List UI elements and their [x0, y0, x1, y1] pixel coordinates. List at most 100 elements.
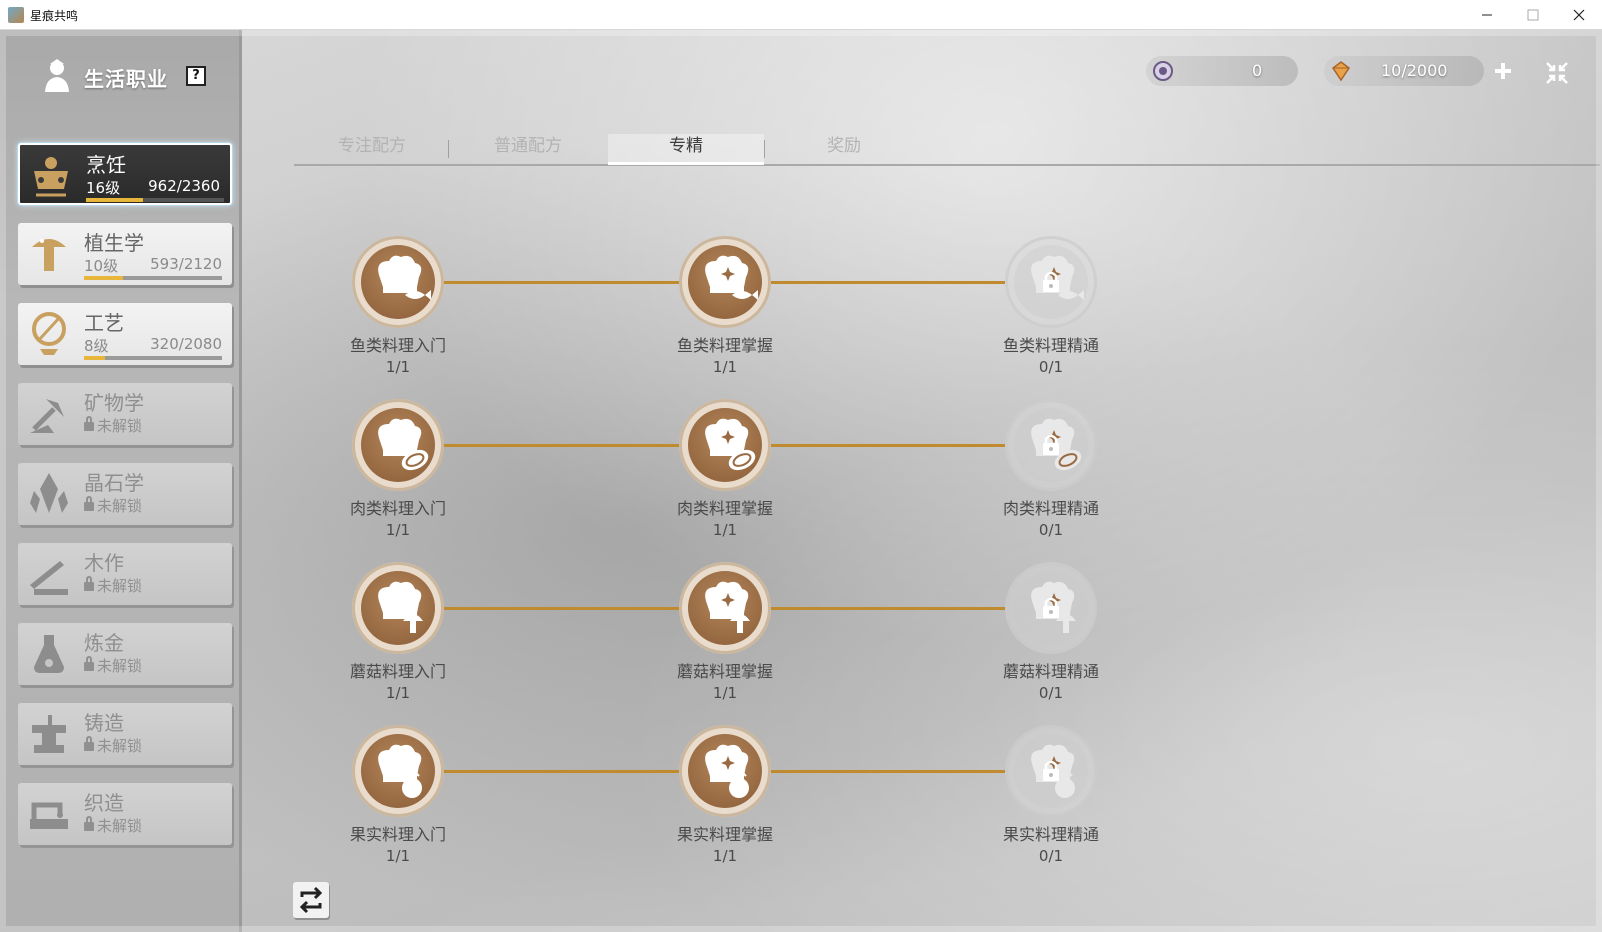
career-lock-status: 未解锁 [84, 415, 142, 436]
career-name: 炼金 [84, 631, 124, 655]
node-button[interactable] [679, 236, 771, 328]
node-button[interactable] [1005, 236, 1097, 328]
career-item-cooking[interactable]: 烹饪 16级 962/2360 [18, 143, 232, 205]
lock-icon [84, 656, 94, 671]
tree-connector [444, 281, 679, 284]
node-button[interactable] [352, 236, 444, 328]
fish-dish-icon [378, 255, 431, 300]
career-item-woodwork[interactable]: 木作 未解锁 [18, 543, 232, 605]
node-name: 肉类料理入门 [349, 499, 446, 518]
mushroom-dish-icon [378, 581, 423, 633]
tab-focus-recipes[interactable]: 专注配方 [294, 134, 450, 162]
tree-connector [444, 607, 679, 610]
node-name: 果实料理入门 [349, 825, 446, 844]
close-icon [1573, 9, 1585, 21]
node-count: 1/1 [712, 358, 738, 376]
career-xp: 962/2360 [148, 177, 220, 195]
career-xp: 593/2120 [150, 255, 222, 273]
lock-icon [84, 416, 94, 431]
forging-icon [32, 715, 66, 753]
career-item-alchemy[interactable]: 炼金 未解锁 [18, 623, 232, 685]
node-button[interactable] [1005, 562, 1097, 654]
window-title: 星痕共鸣 [30, 9, 79, 23]
node-button[interactable] [679, 399, 771, 491]
node-name: 蘑菇料理掌握 [676, 662, 773, 681]
node-name: 肉类料理掌握 [676, 499, 773, 518]
career-name: 工艺 [84, 311, 124, 335]
career-lock-status: 未解锁 [84, 735, 142, 756]
node-name: 果实料理掌握 [676, 825, 773, 844]
energy-counter: 10/2000 [1324, 56, 1484, 86]
close-button[interactable] [1556, 0, 1602, 30]
career-lock-status: 未解锁 [84, 815, 142, 836]
specialization-node: 蘑菇料理掌握 1/1 [675, 562, 775, 707]
node-count: 1/1 [712, 684, 738, 702]
node-name: 鱼类料理精通 [1002, 336, 1099, 355]
career-item-forging[interactable]: 铸造 未解锁 [18, 703, 232, 765]
maximize-icon [1527, 9, 1539, 21]
minimize-button[interactable] [1464, 0, 1510, 30]
coin-icon [1153, 61, 1173, 81]
node-name: 鱼类料理掌握 [676, 336, 773, 355]
career-item-craft[interactable]: 工艺 8级 320/2080 [18, 303, 232, 365]
specialization-node: 肉类料理掌握 1/1 [675, 399, 775, 544]
specialization-node: 鱼类料理入门 1/1 [348, 236, 448, 381]
exit-fullscreen-icon[interactable] [1544, 60, 1570, 86]
mushroom-dish-icon [1031, 581, 1076, 633]
node-count: 0/1 [1038, 847, 1064, 865]
window-titlebar: 星痕共鸣 [0, 0, 1602, 30]
career-item-botany[interactable]: 植生学 10级 593/2120 [18, 223, 232, 285]
fish-dish-icon [1031, 255, 1084, 300]
alchemy-icon [34, 635, 64, 673]
tab-divider [764, 140, 765, 158]
specialization-node: 果实料理入门 1/1 [348, 725, 448, 870]
swap-button[interactable] [293, 882, 329, 918]
career-xp-bar [86, 198, 224, 202]
cooking-icon [34, 157, 68, 197]
node-button[interactable] [679, 725, 771, 817]
career-sidebar: 生活职业 ? 烹饪 16级 962/2360 植生学 10级 593/2120 工艺 8级 32… [0, 30, 242, 932]
node-button[interactable] [1005, 399, 1097, 491]
career-item-mineralogy[interactable]: 矿物学 未解锁 [18, 383, 232, 445]
fruit-dish-icon [378, 744, 422, 798]
maximize-button[interactable] [1510, 0, 1556, 30]
career-item-crystallography[interactable]: 晶石学 未解锁 [18, 463, 232, 525]
lock-icon [84, 816, 94, 831]
specialization-node: 肉类料理精通 0/1 [1001, 399, 1101, 544]
node-count: 0/1 [1038, 521, 1064, 539]
tab-rewards[interactable]: 奖励 [766, 134, 922, 162]
node-button[interactable] [679, 562, 771, 654]
tree-connector [771, 444, 1005, 447]
specialization-node: 鱼类料理掌握 1/1 [675, 236, 775, 381]
craft-icon [32, 312, 66, 355]
specialization-node: 蘑菇料理入门 1/1 [348, 562, 448, 707]
tab-specialization[interactable]: 专精 [608, 134, 764, 165]
swap-icon [299, 886, 323, 914]
node-count: 1/1 [385, 521, 411, 539]
career-lock-label: 未解锁 [97, 417, 143, 435]
node-count: 1/1 [712, 847, 738, 865]
lock-icon [84, 736, 94, 751]
help-icon[interactable]: ? [186, 66, 206, 86]
app-icon [8, 7, 24, 23]
career-item-weaving[interactable]: 织造 未解锁 [18, 783, 232, 845]
tree-connector [771, 607, 1005, 610]
career-name: 烹饪 [86, 153, 126, 177]
meat-dish-icon [705, 418, 756, 471]
game-area: 生活职业 ? 烹饪 16级 962/2360 植生学 10级 593/2120 工艺 8级 32… [0, 30, 1602, 932]
fruit-dish-icon [1031, 744, 1075, 798]
node-button[interactable] [352, 399, 444, 491]
coin-value: 0 [1252, 61, 1263, 80]
node-button[interactable] [352, 725, 444, 817]
add-energy-button[interactable] [1492, 60, 1514, 82]
career-lock-label: 未解锁 [97, 577, 143, 595]
node-count: 1/1 [385, 684, 411, 702]
coin-counter: 0 [1146, 56, 1298, 86]
node-button[interactable] [352, 562, 444, 654]
node-button[interactable] [1005, 725, 1097, 817]
specialization-node: 蘑菇料理精通 0/1 [1001, 562, 1101, 707]
specialization-node: 鱼类料理精通 0/1 [1001, 236, 1101, 381]
node-name: 蘑菇料理精通 [1002, 662, 1099, 681]
fish-dish-icon [705, 255, 758, 300]
tab-normal-recipes[interactable]: 普通配方 [450, 134, 606, 162]
